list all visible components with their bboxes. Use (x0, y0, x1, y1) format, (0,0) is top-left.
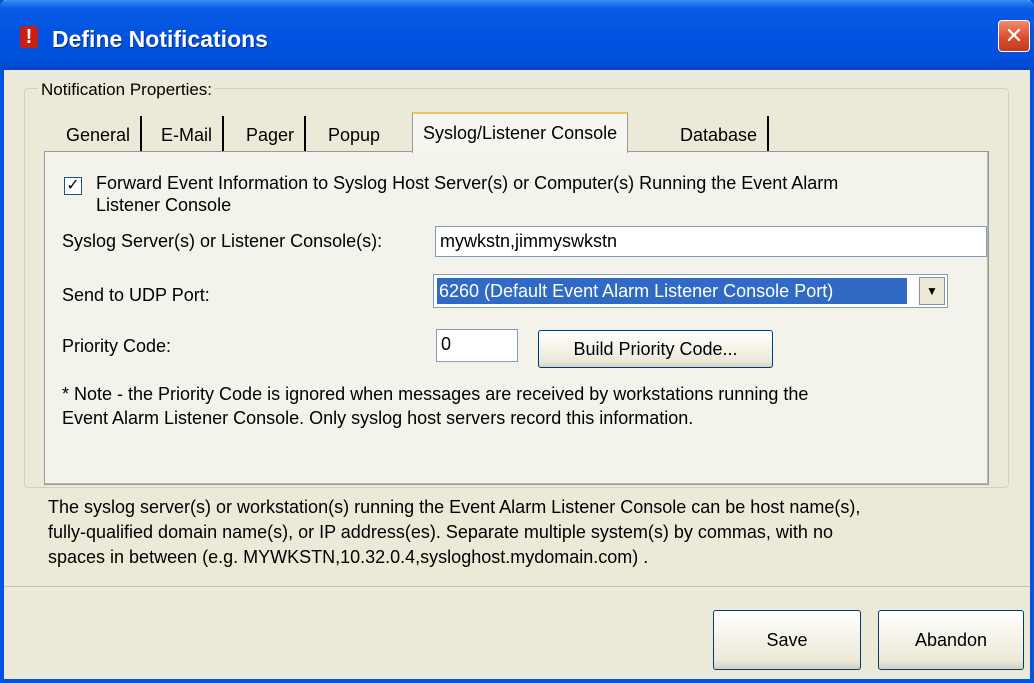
close-icon: ✕ (1004, 23, 1024, 48)
tab-label: Database (680, 125, 758, 145)
tab-database[interactable]: Database (670, 116, 770, 152)
footer-divider (4, 586, 1030, 587)
abandon-button[interactable]: Abandon (878, 610, 1024, 670)
priority-note-line1: * Note - the Priority Code is ignored wh… (62, 384, 809, 404)
priority-note-line2: Event Alarm Listener Console. Only syslo… (62, 408, 694, 428)
forward-event-checkbox[interactable]: ✓ (64, 177, 82, 195)
checkmark-icon: ✓ (66, 177, 80, 194)
priority-code-input[interactable]: 0 (436, 329, 518, 362)
help-text-line1: The syslog server(s) or workstation(s) r… (48, 497, 861, 517)
help-text-line2: fully-qualified domain name(s), or IP ad… (48, 522, 833, 542)
close-button[interactable]: ✕ (998, 20, 1030, 52)
app-icon: ! (20, 26, 38, 48)
tab-label: Popup (328, 125, 381, 145)
save-button[interactable]: Save (713, 610, 861, 670)
syslog-servers-input[interactable]: mywkstn,jimmyswkstn (435, 226, 987, 257)
title-bar[interactable]: ! Define Notifications ✕ (0, 0, 1034, 70)
syslog-servers-label: Syslog Server(s) or Listener Console(s): (62, 231, 383, 251)
tab-syslog-listener-console[interactable]: Syslog/Listener Console (412, 112, 629, 153)
help-text-line3: spaces in between (e.g. MYWKSTN,10.32.0.… (48, 547, 649, 567)
dropdown-arrow-icon[interactable]: ▼ (919, 277, 945, 305)
tab-general[interactable]: General (56, 116, 143, 152)
window-title: Define Notifications (52, 26, 268, 52)
forward-event-label-line1: Forward Event Information to Syslog Host… (96, 173, 839, 193)
forward-event-label-line2: Listener Console (96, 195, 232, 215)
notification-properties-legend: Notification Properties: (38, 80, 216, 100)
tab-label: Syslog/Listener Console (423, 123, 618, 143)
udp-port-select[interactable]: 6260 (Default Event Alarm Listener Conso… (433, 274, 948, 308)
build-priority-code-button[interactable]: Build Priority Code... (538, 330, 773, 368)
tab-email[interactable]: E-Mail (151, 116, 225, 152)
tab-pager[interactable]: Pager (236, 116, 307, 152)
udp-port-selected-value: 6260 (Default Event Alarm Listener Conso… (437, 278, 907, 304)
udp-port-label: Send to UDP Port: (62, 285, 210, 305)
tab-popup[interactable]: Popup (318, 116, 390, 152)
tab-label: Pager (246, 125, 295, 145)
tab-label: E-Mail (161, 125, 213, 145)
tab-label: General (66, 125, 131, 145)
priority-code-label: Priority Code: (62, 336, 172, 356)
